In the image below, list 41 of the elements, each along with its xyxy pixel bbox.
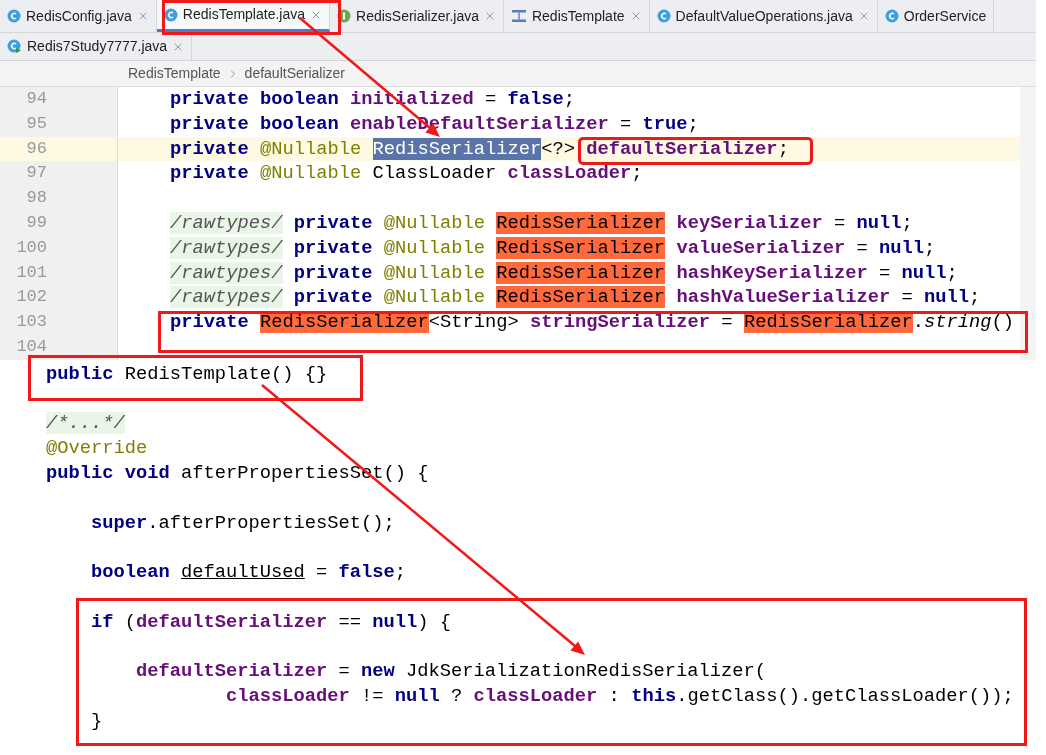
code-line: defaultSerializer = new JdkSerializationRedisSerializer(: [136, 659, 767, 685]
tab-label: DefaultValueOperations.java: [675, 6, 853, 26]
code-line: private RedisSerializer<String> stringSerializer = RedisSerializer.string(): [170, 310, 1014, 335]
code-line: /rawtypes/ private @Nullable RedisSerializer hashKeySerializer = null;: [170, 260, 958, 286]
code-line: super.afterPropertiesSet();: [91, 510, 395, 536]
tab-label: RedisSerializer.java: [356, 6, 479, 26]
code-line: /rawtypes/ private @Nullable RedisSerializer hashValueSerializer = null;: [170, 285, 981, 311]
line-number: 94: [26, 88, 47, 110]
line-number: 103: [16, 311, 47, 334]
line-number: 95: [26, 112, 47, 135]
line-number: 101: [16, 261, 47, 284]
line-number: 96: [26, 137, 47, 160]
code-line: /rawtypes/ private @Nullable RedisSerializer valueSerializer = null;: [170, 235, 936, 261]
line-number: 98: [26, 187, 47, 210]
line-number: 102: [16, 286, 47, 309]
tab-label: RedisTemplate: [531, 6, 625, 26]
tab-label: OrderService: [903, 6, 987, 26]
code-line: classLoader != null ? classLoader : this.getClass().getClassLoader());: [226, 684, 1014, 709]
line-number: 104: [16, 335, 47, 358]
class-icon: [884, 9, 899, 23]
tab-label: RedisTemplate.java: [182, 5, 305, 24]
code-line: private @Nullable ClassLoader classLoader;: [170, 161, 643, 187]
code-line: /rawtypes/ private @Nullable RedisSerializer keySerializer = null;: [170, 211, 913, 236]
class-icon: [7, 9, 21, 23]
breadcrumb-item[interactable]: defaultSerializer: [244, 63, 345, 84]
code-line: if (defaultSerializer == null) {: [91, 609, 452, 635]
structure-icon: [510, 9, 527, 23]
tab-label: RedisConfig.java: [26, 6, 132, 26]
breadcrumb-item[interactable]: RedisTemplate: [128, 63, 221, 84]
code-line: public RedisTemplate() {}: [46, 361, 328, 387]
code-line: boolean defaultUsed = false;: [91, 560, 407, 585]
class-icon: [656, 9, 671, 23]
code-line: }: [91, 708, 103, 734]
code-line: private @Nullable RedisSerializer<?> defaultSerializer;: [170, 136, 789, 162]
class-icon: [7, 39, 22, 54]
code-line: @Override: [46, 436, 148, 461]
class-icon: [163, 7, 178, 22]
line-number: 100: [16, 236, 47, 259]
tab-label: Redis7Study7777.java: [27, 37, 168, 56]
line-number: 99: [26, 212, 47, 234]
line-number: 97: [26, 162, 47, 185]
